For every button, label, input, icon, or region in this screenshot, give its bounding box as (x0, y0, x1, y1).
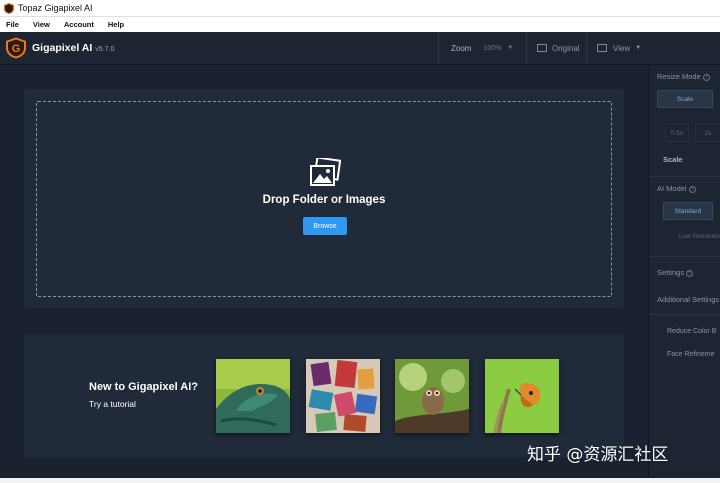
zoom-value: 100% (483, 44, 502, 52)
help-icon[interactable]: ? (702, 73, 710, 81)
gigapixel-logo-icon: G (6, 37, 26, 59)
main-workspace: Drop Folder or Images Browse New to Giga… (0, 66, 648, 483)
browse-button[interactable]: Browse (303, 217, 347, 235)
drop-zone[interactable]: Drop Folder or Images Browse (36, 101, 612, 297)
ai-model-heading: AI Model? (657, 184, 696, 193)
scale-label: Scale (663, 155, 683, 164)
app-logo-icon (4, 2, 14, 14)
wood-blocks-image (306, 359, 380, 433)
additional-settings-heading[interactable]: Additional Settings (657, 295, 719, 304)
standard-model-button[interactable]: Standard (663, 202, 713, 220)
tutorial-thumbnail-butterfly[interactable] (485, 359, 559, 433)
menu-file[interactable]: File (0, 20, 26, 29)
zoom-label: Zoom (451, 43, 472, 53)
low-resolution-option[interactable]: Low Resolutio (679, 233, 720, 240)
resize-mode-label: Resize Mode (657, 72, 701, 81)
original-toggle-button[interactable]: Original (526, 32, 586, 64)
chevron-down-icon: ▼ (507, 45, 514, 51)
menu-help-label: Help (107, 20, 125, 29)
reduce-color-bleed-option[interactable]: Reduce Color B (667, 328, 716, 335)
chevron-down-icon: ▼ (635, 45, 642, 51)
split-view-icon (597, 44, 607, 52)
divider (649, 256, 720, 257)
help-icon[interactable]: ? (688, 185, 696, 193)
brand-name: Gigapixel AI (32, 42, 93, 54)
butterfly-image (485, 359, 559, 433)
watermark-text: 知乎 @资源汇社区 (527, 445, 669, 465)
drop-title: Drop Folder or Images (262, 194, 386, 206)
window-title-bar: Topaz Gigapixel AI (0, 0, 720, 17)
menu-view-label: View (32, 20, 50, 29)
app-toolbar: G Gigapixel AI v5.7.0 Zoom 100% ▼ Origin… (0, 32, 720, 65)
tutorial-thumbnail-owl[interactable] (395, 359, 469, 433)
menu-view[interactable]: View (26, 20, 57, 29)
version-label: v5.7.0 (95, 45, 115, 53)
window-title: Topaz Gigapixel AI (18, 3, 93, 13)
settings-sidebar: Resize Mode? Scale 0.5x 2x Scale AI Mode… (648, 66, 720, 483)
view-label: View (613, 43, 631, 53)
settings-label: Settings (657, 268, 685, 277)
menu-account-label: Account (63, 20, 94, 29)
menu-file-label: File (6, 20, 19, 29)
scale-2x-button[interactable]: 2x (695, 124, 720, 142)
original-label: Original (552, 43, 580, 53)
menu-help[interactable]: Help (101, 20, 131, 29)
tutorial-subtitle[interactable]: Try a tutorial (89, 399, 136, 409)
scale-0-5x-button[interactable]: 0.5x (665, 124, 689, 142)
menu-account[interactable]: Account (57, 20, 101, 29)
divider (649, 314, 720, 315)
drop-panel: Drop Folder or Images Browse (24, 89, 624, 308)
tutorial-thumbnail-blocks[interactable] (306, 359, 380, 433)
svg-text:G: G (12, 43, 21, 55)
settings-heading[interactable]: Settings? (657, 268, 694, 277)
owl-image (395, 359, 469, 433)
lizard-image (216, 359, 290, 433)
zoom-dropdown[interactable]: Zoom 100% ▼ (438, 32, 526, 64)
images-icon (310, 158, 341, 186)
scale-mode-button[interactable]: Scale (657, 90, 713, 108)
face-refinement-option[interactable]: Face Refineme (667, 351, 714, 358)
bottom-strip (0, 478, 720, 483)
tutorial-thumbnail-lizard[interactable] (216, 359, 290, 433)
ai-model-label: AI Model (657, 184, 687, 193)
menu-bar: File View Account Help (0, 17, 720, 32)
tutorial-title: New to Gigapixel AI? (89, 381, 198, 393)
divider (649, 176, 720, 177)
help-icon[interactable]: ? (686, 269, 694, 277)
view-dropdown[interactable]: View ▼ (586, 32, 650, 64)
brand-logo: G Gigapixel AI v5.7.0 (5, 37, 114, 59)
resize-mode-heading: Resize Mode? (657, 72, 710, 81)
image-icon (537, 44, 547, 52)
